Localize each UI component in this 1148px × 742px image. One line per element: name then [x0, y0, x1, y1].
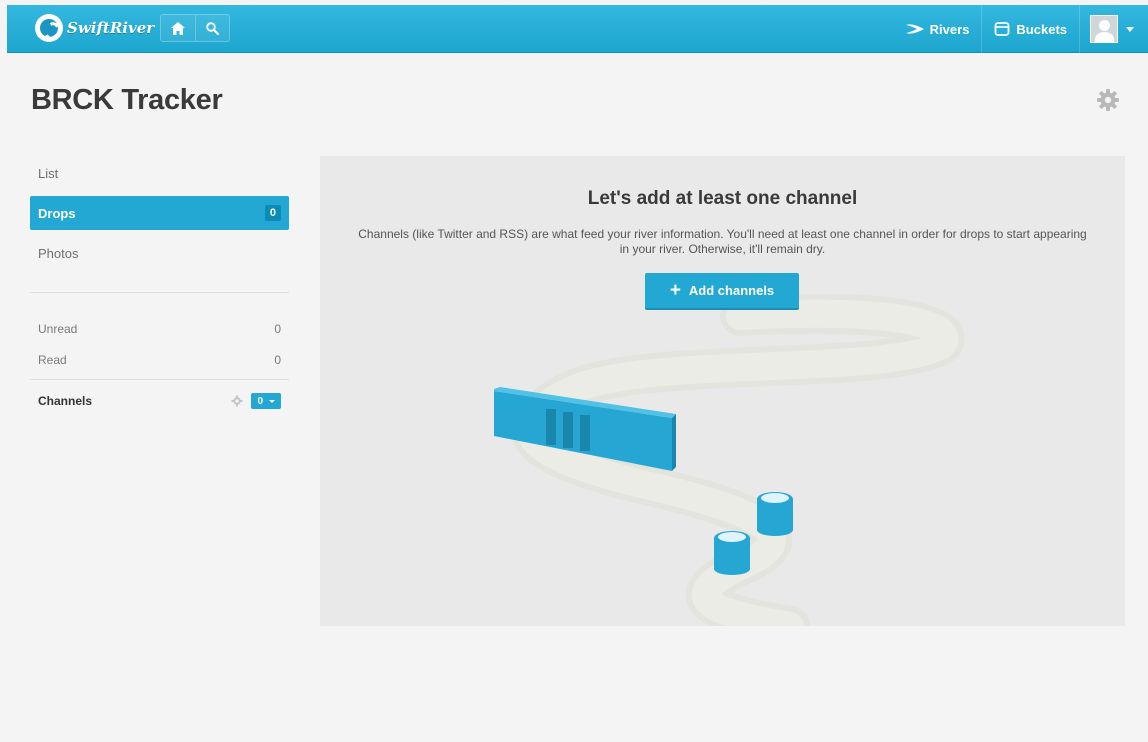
add-channels-button[interactable]: + Add channels	[645, 273, 799, 310]
chevron-down-icon	[269, 399, 275, 403]
logo-mark-icon	[35, 14, 63, 42]
sidebar-divider	[30, 292, 289, 293]
stat-value: 0	[274, 352, 281, 367]
user-menu[interactable]	[1079, 5, 1148, 53]
stat-value: 0	[274, 321, 281, 336]
river-settings-button[interactable]	[1096, 88, 1120, 112]
sidebar-item-label: List	[38, 165, 59, 181]
search-icon	[206, 21, 219, 35]
sidebar-item-unread[interactable]: Unread 0	[30, 313, 289, 344]
gear-icon	[1097, 89, 1119, 111]
avatar	[1090, 15, 1118, 43]
logo-text: SwiftRiver	[67, 19, 155, 37]
top-navigation-bar: SwiftRiver Rivers Buckets	[7, 5, 1148, 53]
empty-state-description: Channels (like Twitter and RSS) are what…	[358, 227, 1087, 256]
sidebar-item-drops[interactable]: Drops 0	[30, 196, 289, 230]
channels-tools: 0	[231, 393, 281, 409]
channels-gear-icon[interactable]	[231, 395, 243, 407]
stat-label: Unread	[38, 321, 78, 336]
add-channels-label: Add channels	[688, 283, 775, 298]
buckets-label: Buckets	[1016, 21, 1067, 37]
nav-icon-group	[160, 14, 230, 42]
buckets-link[interactable]: Buckets	[981, 5, 1079, 53]
sidebar-divider	[30, 379, 289, 380]
channels-dropdown[interactable]: 0	[251, 393, 281, 409]
home-icon	[170, 21, 185, 35]
plus-icon: +	[669, 280, 681, 301]
stat-label: Read	[38, 352, 67, 367]
channels-count: 0	[257, 395, 263, 407]
right-navigation: Rivers Buckets	[894, 5, 1148, 53]
swiftriver-logo[interactable]: SwiftRiver	[35, 14, 154, 42]
search-button[interactable]	[194, 15, 229, 41]
empty-state-panel: Let's add at least one channel Channels …	[320, 156, 1125, 626]
channels-header: Channels 0	[30, 386, 289, 416]
page-title: BRCK Tracker	[31, 84, 223, 116]
rivers-label: Rivers	[929, 21, 970, 37]
channels-label: Channels	[38, 394, 93, 408]
drops-count-badge: 0	[264, 205, 281, 221]
sidebar-item-read[interactable]: Read 0	[30, 344, 289, 375]
chevron-down-icon	[1126, 26, 1134, 32]
bucket-icon	[994, 21, 1010, 37]
empty-state-title: Let's add at least one channel	[587, 188, 858, 209]
sidebar-item-label: Photos	[38, 245, 79, 261]
rivers-link[interactable]: Rivers	[894, 5, 982, 53]
sidebar-item-photos[interactable]: Photos	[30, 236, 289, 270]
home-button[interactable]	[161, 15, 195, 41]
sidebar-item-label: Drops	[38, 205, 76, 221]
sidebar-item-list[interactable]: List	[30, 156, 289, 190]
river-icon	[905, 24, 924, 34]
sidebar: List Drops 0 Photos Unread 0 Read 0 Chan…	[30, 156, 289, 416]
